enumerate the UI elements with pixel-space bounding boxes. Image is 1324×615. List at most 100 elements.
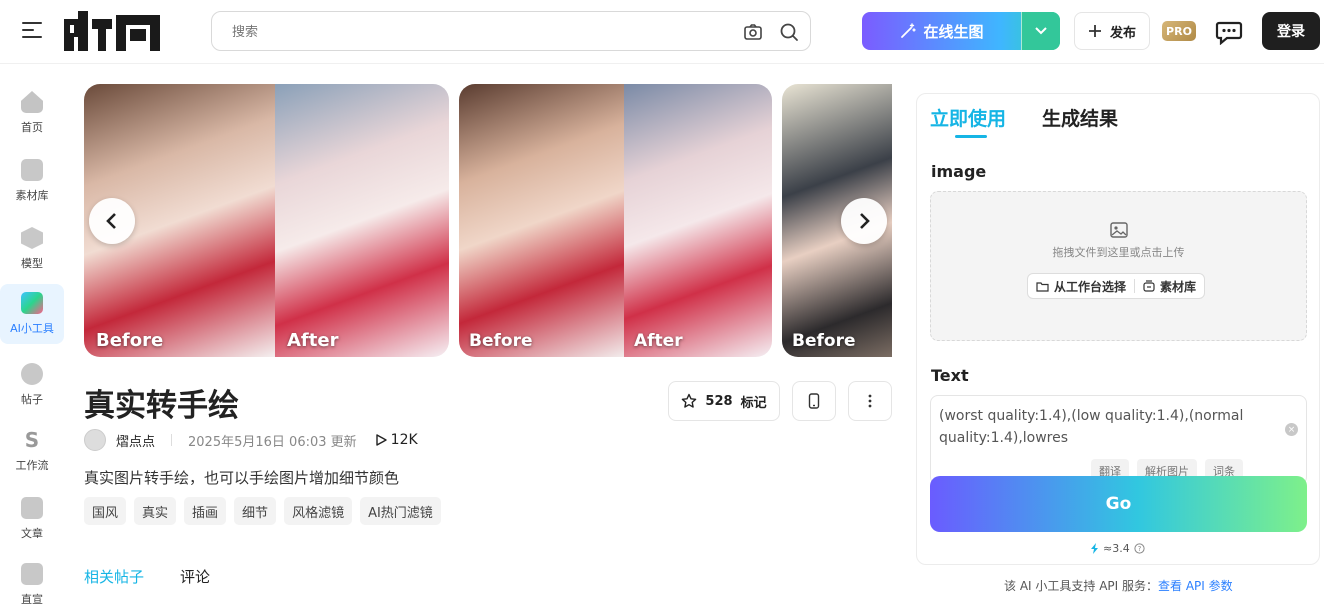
- image-carousel: Before After Before After Before: [84, 84, 892, 357]
- help-icon[interactable]: ?: [1134, 543, 1145, 554]
- generate-online-button[interactable]: 在线生图: [862, 12, 1060, 50]
- camera-search-icon[interactable]: [743, 22, 763, 42]
- prompt-text: (worst quality:1.4),(low quality:1.4),(n…: [939, 408, 1244, 446]
- favorite-label: 标记: [740, 395, 767, 411]
- menu-icon[interactable]: [22, 22, 42, 40]
- more-vertical-icon: [868, 394, 872, 408]
- message-icon[interactable]: [1215, 17, 1243, 45]
- sidebar-item-label: 帖子: [21, 393, 43, 406]
- sidebar-item-models[interactable]: 模型: [0, 219, 64, 279]
- sidebar-item-live[interactable]: 直宣: [0, 555, 64, 615]
- view-count-value: 12K: [390, 432, 418, 448]
- mobile-icon: [808, 393, 820, 409]
- pro-badge[interactable]: PRO: [1162, 21, 1196, 41]
- after-image: After: [624, 84, 772, 357]
- workflow-icon: S: [24, 428, 40, 452]
- tag[interactable]: 细节: [234, 497, 277, 525]
- tag[interactable]: 国风: [84, 497, 127, 525]
- chevron-down-icon: [1035, 27, 1047, 35]
- star-icon: [682, 393, 697, 408]
- sidebar-item-label: 模型: [21, 257, 43, 270]
- sidebar-item-label: 素材库: [15, 189, 49, 202]
- from-workspace-label: 从工作台选择: [1054, 279, 1127, 294]
- carousel-prev-button[interactable]: [89, 198, 135, 244]
- content-tabs: 相关帖子 评论: [84, 566, 210, 587]
- tab-comments[interactable]: 评论: [180, 566, 210, 587]
- author-name[interactable]: 熠点点: [116, 431, 155, 450]
- after-label: After: [634, 331, 683, 351]
- tool-meta: 熠点点 2025年5月16日 06:03 更新 12K: [84, 428, 418, 452]
- clear-icon[interactable]: ×: [1285, 423, 1298, 436]
- sidebar: 首页 素材库 模型 AI小工具 帖子 S 工作流 文章 直宣: [0, 65, 64, 606]
- svg-text:?: ?: [1137, 545, 1141, 553]
- sidebar-item-label: 工作流: [15, 459, 49, 472]
- tag[interactable]: 真实: [134, 497, 177, 525]
- carousel-next-button[interactable]: [841, 198, 887, 244]
- sidebar-item-home[interactable]: 首页: [0, 83, 64, 143]
- sidebar-item-articles[interactable]: 文章: [0, 489, 64, 549]
- mobile-view-button[interactable]: [792, 381, 836, 421]
- generate-dropdown-button[interactable]: [1021, 12, 1060, 50]
- tag[interactable]: 插画: [184, 497, 227, 525]
- before-label: Before: [469, 331, 533, 351]
- sidebar-item-label: 直宣: [21, 593, 43, 606]
- api-note-text: 该 AI 小工具支持 API 服务：: [1004, 579, 1158, 593]
- after-image: After: [275, 84, 449, 357]
- search-box: [211, 11, 811, 51]
- image-icon: [1110, 222, 1128, 238]
- box-icon: [21, 159, 43, 181]
- sidebar-item-posts[interactable]: 帖子: [0, 355, 64, 415]
- avatar[interactable]: [84, 429, 106, 451]
- sidebar-item-label: 文章: [21, 527, 43, 540]
- sidebar-item-label: AI小工具: [10, 322, 54, 335]
- before-label: Before: [792, 331, 856, 351]
- more-options-button[interactable]: [848, 381, 892, 421]
- tool-panel: 立即使用 生成结果 image 拖拽文件到这里或点击上传 从工作台选择 素材库 …: [916, 93, 1320, 565]
- tag-list: 国风 真实 插画 细节 风格滤镜 AI热门滤镜: [84, 497, 441, 525]
- sidebar-item-library[interactable]: 素材库: [0, 151, 64, 211]
- text-field-label: Text: [931, 366, 969, 385]
- library-label: 素材库: [1160, 279, 1197, 294]
- posts-icon: [21, 363, 43, 385]
- plus-icon: [1088, 25, 1101, 37]
- image-upload-dropzone[interactable]: 拖拽文件到这里或点击上传 从工作台选择 素材库: [930, 191, 1307, 341]
- tab-use-now[interactable]: 立即使用: [930, 104, 1006, 138]
- from-workspace-button[interactable]: 从工作台选择: [1028, 278, 1134, 295]
- before-label: Before: [96, 330, 164, 351]
- tab-results[interactable]: 生成结果: [1042, 104, 1118, 131]
- go-button[interactable]: Go: [930, 476, 1307, 532]
- search-input[interactable]: [232, 21, 732, 43]
- camera-icon: [21, 563, 43, 585]
- carousel-slide[interactable]: Before After: [84, 84, 449, 357]
- ai-tools-icon: [21, 292, 43, 314]
- tag[interactable]: 风格滤镜: [284, 497, 353, 525]
- cost-value: ≈3.4: [1103, 542, 1130, 555]
- login-button[interactable]: 登录: [1262, 12, 1320, 50]
- sidebar-item-workflow[interactable]: S 工作流: [0, 421, 64, 481]
- cost-estimate: ≈3.4 ?: [1091, 542, 1145, 555]
- page-title: 真实转手绘: [84, 388, 239, 424]
- play-icon: [375, 434, 387, 446]
- carousel-slide[interactable]: Before After: [459, 84, 772, 357]
- sidebar-item-ai-tools[interactable]: AI小工具: [0, 284, 64, 344]
- chevron-left-icon: [106, 213, 116, 229]
- home-icon: [21, 91, 43, 113]
- library-button[interactable]: 素材库: [1135, 278, 1204, 295]
- upload-hint: 拖拽文件到这里或点击上传: [1052, 246, 1185, 259]
- panel-tabs: 立即使用 生成结果: [930, 104, 1118, 138]
- search-icon[interactable]: [779, 22, 799, 42]
- api-params-link[interactable]: 查看 API 参数: [1158, 579, 1233, 593]
- prompt-textarea[interactable]: (worst quality:1.4),(low quality:1.4),(n…: [930, 395, 1307, 485]
- tag[interactable]: AI热门滤镜: [360, 497, 441, 525]
- top-bar: 在线生图 发布 PRO 登录: [0, 0, 1324, 64]
- library-icon: [1143, 280, 1155, 292]
- publish-button[interactable]: 发布: [1074, 12, 1150, 50]
- chevron-right-icon: [860, 213, 870, 229]
- tab-related-posts[interactable]: 相关帖子: [84, 566, 144, 587]
- lightning-icon: [1091, 543, 1098, 554]
- divider: [171, 434, 173, 446]
- site-logo[interactable]: [64, 11, 162, 51]
- before-image: Before: [459, 84, 624, 357]
- tool-description: 真实图片转手绘，也可以手绘图片增加细节颜色: [84, 469, 400, 487]
- favorite-button[interactable]: 528 标记: [668, 381, 780, 421]
